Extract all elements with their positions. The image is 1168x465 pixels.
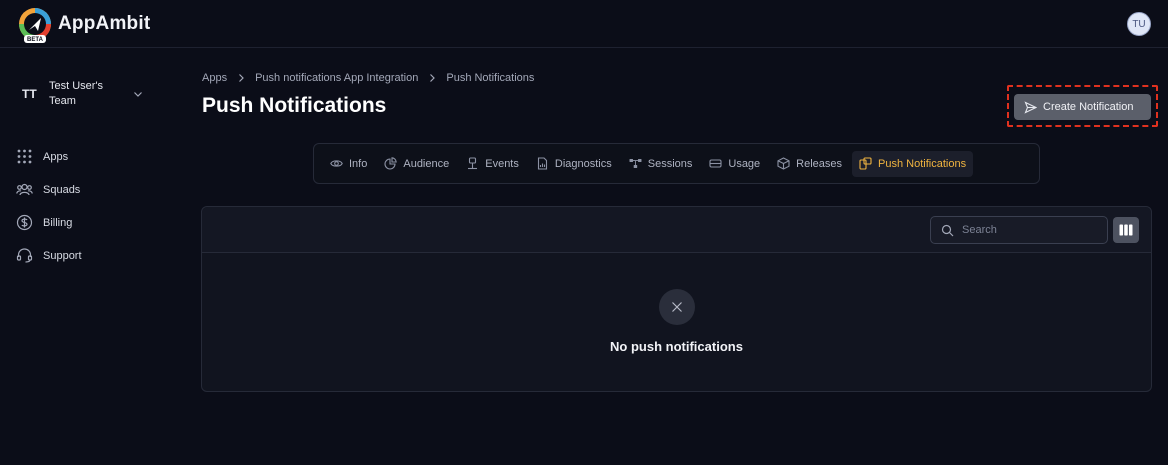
- tab-label: Sessions: [647, 157, 693, 170]
- tab-diagnostics[interactable]: Diagnostics: [529, 151, 619, 177]
- table-toolbar: [202, 207, 1151, 253]
- create-notification-button[interactable]: Create Notification: [1014, 94, 1151, 120]
- file-chart-icon: [537, 157, 547, 170]
- sidebar-item-label: Squads: [43, 183, 81, 196]
- sidebar-item-support[interactable]: Support: [16, 239, 166, 272]
- close-icon: [672, 302, 682, 312]
- appambit-logo[interactable]: BETA: [17, 7, 53, 43]
- tab-label: Events: [485, 157, 519, 170]
- users-icon: [16, 183, 33, 196]
- breadcrumb-apps[interactable]: Apps: [202, 72, 227, 84]
- box-icon: [777, 157, 790, 170]
- team-switcher[interactable]: TT Test User's Team: [16, 76, 156, 112]
- team-name: Test User's Team: [49, 80, 104, 107]
- headset-icon: [16, 248, 33, 263]
- dollar-circle-icon: [16, 214, 33, 231]
- tab-audience[interactable]: Audience: [377, 151, 456, 177]
- brand-name: AppAmbit: [58, 13, 151, 34]
- tab-releases[interactable]: Releases: [770, 151, 849, 177]
- page-title: Push Notifications: [202, 94, 387, 117]
- team-initials: TT: [22, 87, 37, 101]
- chevron-down-icon: [134, 92, 142, 97]
- eye-icon: [330, 160, 343, 167]
- grid-dots-icon: [17, 149, 32, 164]
- network-icon: [468, 157, 478, 170]
- search-box[interactable]: [930, 216, 1108, 244]
- tab-label: Info: [349, 157, 368, 170]
- send-icon: [1024, 100, 1037, 114]
- breadcrumb: Apps Push notifications App Integration …: [202, 72, 534, 84]
- highlight-box: Create Notification: [1007, 85, 1158, 127]
- breadcrumb-current: Push Notifications: [446, 72, 535, 84]
- top-bar: BETA AppAmbit TU: [0, 0, 1168, 48]
- logo-badge: BETA: [27, 37, 44, 43]
- sidebar-item-billing[interactable]: Billing: [16, 206, 166, 239]
- app-tabs: Info Audience Events Diagnostics Session…: [313, 143, 1040, 184]
- columns-icon: [1119, 224, 1133, 236]
- tab-label: Usage: [728, 157, 761, 170]
- columns-button[interactable]: [1113, 217, 1139, 243]
- create-notification-label: Create Notification: [1043, 101, 1134, 113]
- sidebar-item-label: Apps: [43, 150, 69, 163]
- search-input[interactable]: [962, 224, 1092, 236]
- empty-state-message: No push notifications: [610, 339, 743, 354]
- breadcrumb-app[interactable]: Push notifications App Integration: [255, 72, 418, 84]
- tab-label: Push Notifications: [878, 157, 967, 170]
- chevron-right-icon: [430, 74, 436, 82]
- sidebar-nav: Apps Squads Billing Support: [16, 140, 166, 272]
- tab-push-notifications[interactable]: Push Notifications: [852, 150, 974, 177]
- sidebar-item-label: Billing: [43, 216, 73, 229]
- user-avatar[interactable]: TU: [1127, 12, 1151, 36]
- sessions-icon: [629, 159, 642, 168]
- sidebar-item-label: Support: [43, 249, 82, 262]
- empty-state-icon: [659, 289, 695, 325]
- storage-icon: [709, 159, 722, 168]
- tab-events[interactable]: Events: [459, 151, 526, 177]
- tab-sessions[interactable]: Sessions: [622, 151, 700, 177]
- tab-label: Audience: [403, 157, 450, 170]
- tab-label: Releases: [796, 157, 843, 170]
- tab-info[interactable]: Info: [323, 151, 374, 177]
- notifications-table: No push notifications: [201, 206, 1152, 392]
- tab-label: Diagnostics: [554, 157, 612, 170]
- push-icon: [859, 157, 872, 170]
- pie-chart-icon: [384, 157, 398, 170]
- search-icon: [941, 224, 954, 236]
- chevron-right-icon: [239, 74, 244, 82]
- sidebar-item-apps[interactable]: Apps: [16, 140, 166, 173]
- sidebar-item-squads[interactable]: Squads: [16, 173, 166, 206]
- tab-usage[interactable]: Usage: [702, 151, 767, 177]
